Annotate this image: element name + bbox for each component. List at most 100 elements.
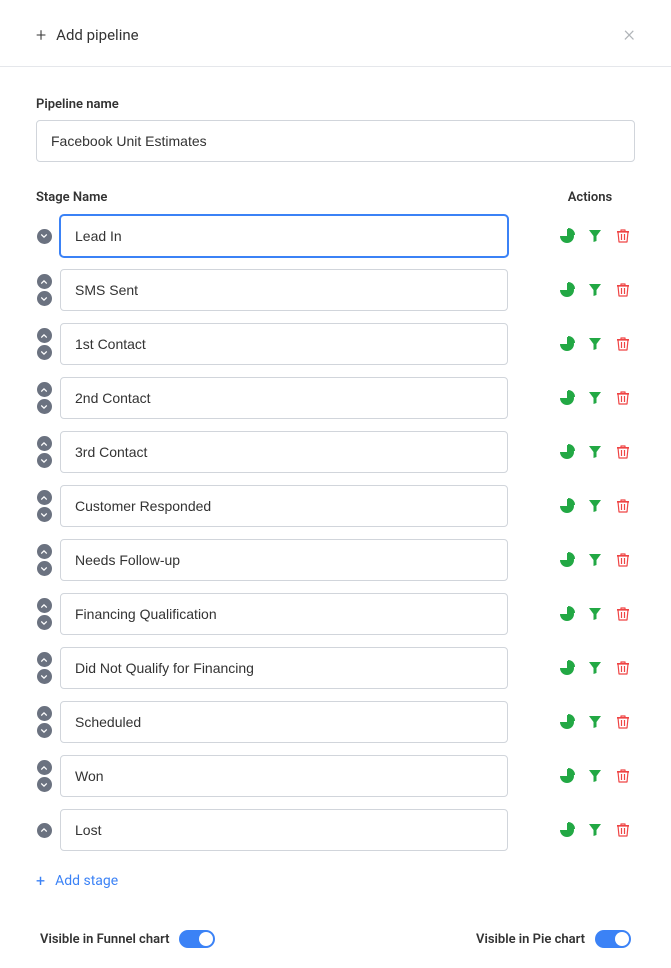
pie-chart-icon[interactable] bbox=[559, 552, 575, 568]
stage-actions bbox=[559, 444, 635, 460]
stage-row bbox=[36, 269, 635, 311]
reorder-controls bbox=[36, 598, 52, 630]
pie-chart-icon[interactable] bbox=[559, 606, 575, 622]
pipeline-name-input[interactable] bbox=[36, 120, 635, 162]
move-up-button[interactable] bbox=[37, 274, 52, 289]
reorder-controls bbox=[36, 652, 52, 684]
plus-icon: + bbox=[36, 871, 45, 890]
stage-row bbox=[36, 539, 635, 581]
visible-pie-label: Visible in Pie chart bbox=[476, 932, 585, 947]
add-stage-label: Add stage bbox=[55, 873, 118, 889]
move-down-button[interactable] bbox=[37, 399, 52, 414]
stage-actions bbox=[559, 714, 635, 730]
trash-icon[interactable] bbox=[615, 714, 631, 730]
stage-name-input[interactable] bbox=[60, 485, 508, 527]
stage-row bbox=[36, 215, 635, 257]
move-up-button[interactable] bbox=[37, 652, 52, 667]
move-up-button[interactable] bbox=[37, 328, 52, 343]
stage-name-input[interactable] bbox=[60, 539, 508, 581]
move-down-button[interactable] bbox=[37, 615, 52, 630]
move-down-button[interactable] bbox=[37, 507, 52, 522]
pie-chart-icon[interactable] bbox=[559, 714, 575, 730]
trash-icon[interactable] bbox=[615, 822, 631, 838]
stage-actions bbox=[559, 552, 635, 568]
move-up-button[interactable] bbox=[37, 823, 52, 838]
funnel-icon[interactable] bbox=[587, 282, 603, 298]
reorder-controls bbox=[36, 436, 52, 468]
reorder-controls bbox=[36, 490, 52, 522]
pie-chart-icon[interactable] bbox=[559, 444, 575, 460]
stage-name-column-header: Stage Name bbox=[36, 190, 107, 205]
trash-icon[interactable] bbox=[615, 282, 631, 298]
stage-name-input[interactable] bbox=[60, 431, 508, 473]
trash-icon[interactable] bbox=[615, 228, 631, 244]
funnel-icon[interactable] bbox=[587, 228, 603, 244]
stage-name-input[interactable] bbox=[60, 701, 508, 743]
stage-name-input[interactable] bbox=[60, 215, 508, 257]
funnel-icon[interactable] bbox=[587, 768, 603, 784]
trash-icon[interactable] bbox=[615, 660, 631, 676]
pie-chart-icon[interactable] bbox=[559, 282, 575, 298]
funnel-icon[interactable] bbox=[587, 498, 603, 514]
actions-column-header: Actions bbox=[545, 190, 635, 205]
modal-header: + Add pipeline × bbox=[0, 0, 671, 67]
close-button[interactable]: × bbox=[623, 24, 635, 46]
funnel-icon[interactable] bbox=[587, 336, 603, 352]
reorder-controls bbox=[36, 706, 52, 738]
stage-actions bbox=[559, 660, 635, 676]
trash-icon[interactable] bbox=[615, 390, 631, 406]
stage-name-input[interactable] bbox=[60, 809, 508, 851]
move-up-button[interactable] bbox=[37, 436, 52, 451]
pie-chart-icon[interactable] bbox=[559, 336, 575, 352]
move-up-button[interactable] bbox=[37, 760, 52, 775]
funnel-icon[interactable] bbox=[587, 444, 603, 460]
move-down-button[interactable] bbox=[37, 723, 52, 738]
stage-name-input[interactable] bbox=[60, 269, 508, 311]
move-down-button[interactable] bbox=[37, 345, 52, 360]
visible-pie-toggle[interactable] bbox=[595, 930, 631, 948]
funnel-icon[interactable] bbox=[587, 606, 603, 622]
funnel-icon[interactable] bbox=[587, 714, 603, 730]
move-down-button[interactable] bbox=[37, 453, 52, 468]
funnel-icon[interactable] bbox=[587, 660, 603, 676]
pie-chart-icon[interactable] bbox=[559, 390, 575, 406]
pie-chart-icon[interactable] bbox=[559, 768, 575, 784]
funnel-icon[interactable] bbox=[587, 390, 603, 406]
trash-icon[interactable] bbox=[615, 552, 631, 568]
move-up-button[interactable] bbox=[37, 544, 52, 559]
visible-funnel-toggle[interactable] bbox=[179, 930, 215, 948]
stage-name-input[interactable] bbox=[60, 755, 508, 797]
move-up-button[interactable] bbox=[37, 706, 52, 721]
pie-chart-icon[interactable] bbox=[559, 498, 575, 514]
trash-icon[interactable] bbox=[615, 336, 631, 352]
stage-row bbox=[36, 431, 635, 473]
pie-chart-icon[interactable] bbox=[559, 822, 575, 838]
funnel-icon[interactable] bbox=[587, 822, 603, 838]
stage-name-input[interactable] bbox=[60, 647, 508, 689]
pie-chart-icon[interactable] bbox=[559, 228, 575, 244]
stage-row bbox=[36, 323, 635, 365]
trash-icon[interactable] bbox=[615, 606, 631, 622]
move-down-button[interactable] bbox=[37, 229, 52, 244]
stage-name-input[interactable] bbox=[60, 377, 508, 419]
move-down-button[interactable] bbox=[37, 291, 52, 306]
trash-icon[interactable] bbox=[615, 444, 631, 460]
pie-chart-icon[interactable] bbox=[559, 660, 575, 676]
stage-name-input[interactable] bbox=[60, 593, 508, 635]
move-down-button[interactable] bbox=[37, 777, 52, 792]
move-down-button[interactable] bbox=[37, 561, 52, 576]
reorder-controls bbox=[36, 274, 52, 306]
stage-name-input[interactable] bbox=[60, 323, 508, 365]
move-up-button[interactable] bbox=[37, 598, 52, 613]
move-up-button[interactable] bbox=[37, 382, 52, 397]
stage-actions bbox=[559, 822, 635, 838]
move-down-button[interactable] bbox=[37, 669, 52, 684]
stage-actions bbox=[559, 336, 635, 352]
plus-icon: + bbox=[36, 25, 46, 46]
funnel-icon[interactable] bbox=[587, 552, 603, 568]
trash-icon[interactable] bbox=[615, 498, 631, 514]
modal-title: Add pipeline bbox=[56, 26, 138, 44]
move-up-button[interactable] bbox=[37, 490, 52, 505]
trash-icon[interactable] bbox=[615, 768, 631, 784]
add-stage-button[interactable]: + Add stage bbox=[36, 871, 635, 890]
